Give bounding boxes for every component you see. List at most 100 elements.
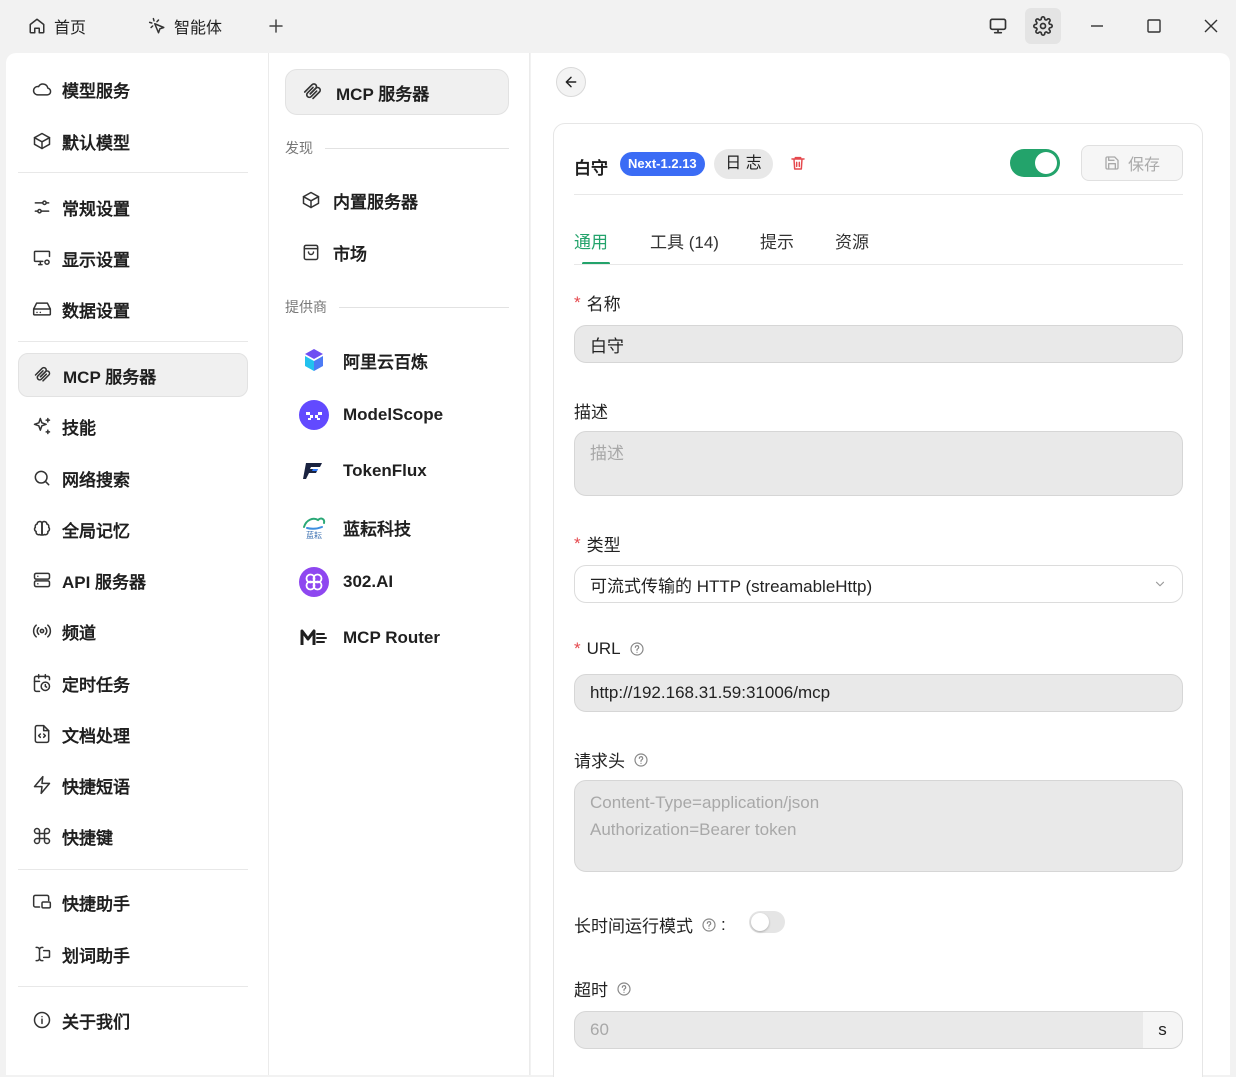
settings-button[interactable] [1025, 8, 1061, 44]
mcp-servers-label: MCP 服务器 [336, 84, 430, 104]
tab-home[interactable]: 首页 [28, 14, 86, 38]
logs-button[interactable]: 日 志 [714, 149, 773, 179]
sidebar-item-scheduled-tasks[interactable]: 定时任务 [18, 661, 248, 705]
sidebar-item-data[interactable]: 数据设置 [18, 287, 248, 331]
sidebar-item-api-server[interactable]: API 服务器 [18, 558, 248, 602]
close-button[interactable] [1193, 8, 1229, 44]
sidebar-divider [18, 986, 248, 987]
market-label: 市场 [333, 244, 367, 264]
sidebar-item-quick-assistant[interactable]: 快捷助手 [18, 880, 248, 924]
home-icon [29, 18, 45, 34]
help-icon[interactable] [701, 917, 717, 933]
info-icon [33, 1011, 51, 1029]
cube-icon [302, 191, 320, 209]
radio-icon [32, 624, 52, 638]
sidebar-item-about[interactable]: 关于我们 [18, 998, 248, 1042]
required-marker: * [574, 292, 581, 312]
save-label: 保存 [1127, 157, 1160, 174]
sidebar-item-quick-phrases[interactable]: 快捷短语 [18, 763, 248, 807]
sidebar-item-label: MCP 服务器 [63, 367, 157, 387]
mcp-servers-item[interactable]: MCP 服务器 [285, 69, 509, 115]
cloud-icon [32, 83, 52, 96]
sidebar-item-label: 划词助手 [62, 946, 130, 966]
sidebar-item-label: 快捷短语 [62, 777, 130, 797]
market-item[interactable]: 市场 [285, 229, 509, 275]
providers-label: 提供商 [285, 299, 327, 315]
plus-icon [269, 19, 283, 33]
sidebar-item-skills[interactable]: 技能 [18, 404, 248, 448]
long-running-field-label: 长时间运行模式 : [574, 914, 726, 937]
chevron-down-icon [1155, 581, 1165, 587]
sidebar-item-selection-assistant[interactable]: 划词助手 [18, 932, 248, 976]
provider-mcp-router[interactable]: MCP Router [299, 623, 440, 653]
sidebar-item-model-service[interactable]: 模型服务 [18, 67, 248, 111]
url-field-label: * URL [574, 639, 645, 659]
provider-modelscope[interactable]: ModelScope [299, 400, 443, 430]
sidebar-item-display[interactable]: 显示设置 [18, 236, 248, 280]
tab-tools[interactable]: 工具 (14) [650, 228, 719, 253]
sidebar-item-label: 全局记忆 [62, 521, 130, 541]
monitor-button[interactable] [980, 8, 1016, 44]
provider-label: MCP Router [343, 628, 440, 647]
headers-textarea[interactable]: Content-Type=application/json Authorizat… [574, 780, 1183, 872]
sidebar-item-memory[interactable]: 全局记忆 [18, 507, 248, 551]
long-running-toggle[interactable] [749, 911, 785, 933]
search-icon [34, 470, 50, 486]
shopping-bag-icon [303, 244, 319, 261]
url-input[interactable]: http://192.168.31.59:31006/mcp [574, 674, 1183, 712]
sparkle-cursor-icon [148, 17, 165, 34]
help-icon[interactable] [633, 752, 649, 768]
sidebar-item-documents[interactable]: 文档处理 [18, 712, 248, 756]
mcp-navigation-panel: MCP 服务器 发现 内置服务器 市场 提供商 阿里云百炼 ModelScope… [268, 53, 530, 1075]
sidebar-item-label: 常规设置 [62, 199, 130, 219]
maximize-button[interactable] [1136, 8, 1172, 44]
sidebar-item-label: 技能 [62, 418, 96, 438]
sidebar-item-mcp-servers[interactable]: MCP 服务器 [18, 353, 248, 397]
sidebar-item-general[interactable]: 常规设置 [18, 185, 248, 229]
sidebar-item-web-search[interactable]: 网络搜索 [18, 456, 248, 500]
tab-resources[interactable]: 资源 [835, 228, 869, 253]
help-icon[interactable] [629, 641, 645, 657]
bailian-logo-icon [299, 345, 329, 375]
provider-bailian[interactable]: 阿里云百炼 [299, 345, 428, 375]
minimize-button[interactable] [1079, 8, 1115, 44]
tokenflux-logo-icon [299, 456, 329, 486]
provider-lanyun[interactable]: 蓝耘 蓝耘科技 [299, 512, 411, 542]
save-button[interactable]: 保存 [1081, 145, 1183, 181]
file-code-icon [34, 724, 50, 744]
discover-section-header: 发现 [285, 138, 509, 158]
description-textarea[interactable]: 描述 [574, 431, 1183, 496]
sidebar-item-label: 数据设置 [62, 301, 130, 321]
back-button[interactable] [556, 67, 586, 97]
app-window-icon [32, 894, 52, 909]
sliders-icon [34, 200, 50, 214]
sidebar-item-label: 模型服务 [62, 81, 130, 101]
sidebar-item-channel[interactable]: 频道 [18, 609, 248, 653]
command-icon [33, 827, 51, 845]
sidebar-item-label: 定时任务 [62, 675, 130, 695]
name-input[interactable]: 白守 [574, 325, 1183, 363]
new-tab-button[interactable] [258, 8, 294, 44]
provider-tokenflux[interactable]: TokenFlux [299, 456, 427, 486]
tab-agents[interactable]: 智能体 [148, 14, 222, 38]
sidebar-item-label: 关于我们 [62, 1012, 130, 1032]
provider-302ai[interactable]: 302.AI [299, 567, 393, 597]
sidebar-item-label: 默认模型 [62, 133, 130, 153]
tab-general[interactable]: 通用 [574, 228, 608, 253]
server-enabled-toggle[interactable] [1010, 149, 1060, 177]
monitor-gear-icon [33, 250, 51, 266]
tab-prompts[interactable]: 提示 [760, 228, 794, 253]
mcprouter-logo-icon [299, 623, 329, 653]
type-select[interactable]: 可流式传输的 HTTP (streamableHttp) [574, 565, 1183, 603]
timeout-input[interactable]: 60 [574, 1011, 1145, 1049]
help-icon[interactable] [616, 981, 632, 997]
monitor-icon [989, 18, 1007, 34]
sidebar-item-default-model[interactable]: 默认模型 [18, 119, 248, 163]
mcp-icon [34, 366, 51, 382]
delete-button[interactable] [790, 154, 806, 177]
section-divider [339, 306, 509, 308]
builtin-servers-item[interactable]: 内置服务器 [285, 177, 509, 223]
section-divider [325, 147, 509, 149]
sidebar-item-shortcuts[interactable]: 快捷键 [18, 814, 248, 858]
sidebar-divider [18, 869, 248, 870]
